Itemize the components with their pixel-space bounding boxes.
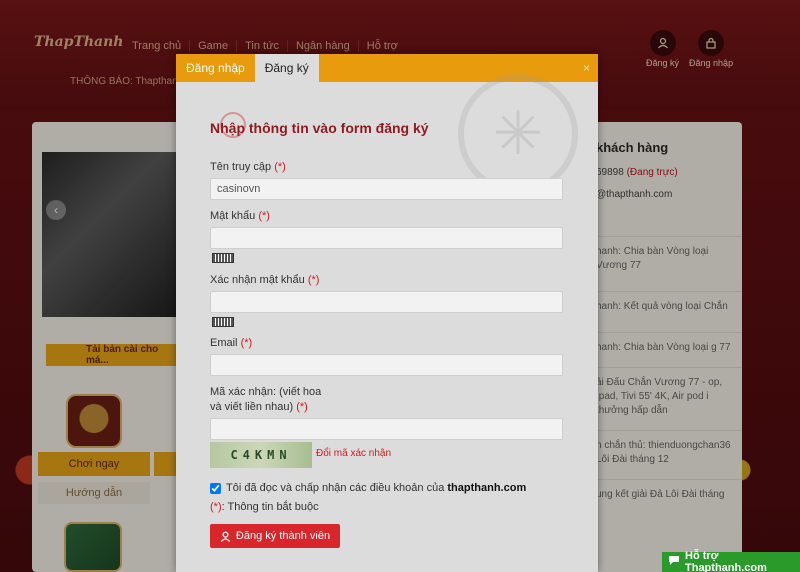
register-modal: Đăng nhập Đăng ký × ✳ Nhập thông tin vào… xyxy=(176,54,598,572)
watermark-seal: ✳ xyxy=(458,74,578,194)
password-field[interactable] xyxy=(210,227,563,249)
captcha-field[interactable] xyxy=(210,418,563,440)
confirm-password-field[interactable] xyxy=(210,291,563,313)
captcha-label: Mã xác nhận: (viết hoa và viết liền nhau… xyxy=(210,386,322,413)
password-label: Mật khẩu (*) xyxy=(210,210,270,222)
confirm-password-label: Xác nhận mật khẩu (*) xyxy=(210,274,320,286)
refresh-captcha-link[interactable]: Đổi mã xác nhận xyxy=(316,448,391,459)
virtual-keyboard-icon[interactable] xyxy=(212,253,234,263)
form-title: Nhập thông tin vào form đăng ký xyxy=(210,120,429,136)
captcha-image: C4KMN xyxy=(210,442,312,468)
support-chat-button[interactable]: Hỗ trợ Thapthanh.com xyxy=(662,550,800,572)
required-note: (*): Thông tin bắt buộc xyxy=(210,501,319,513)
tab-register[interactable]: Đăng ký xyxy=(254,54,319,82)
terms-checkbox[interactable] xyxy=(210,482,221,494)
user-icon xyxy=(220,531,231,542)
chat-icon xyxy=(668,555,680,569)
register-submit-button[interactable]: Đăng ký thành viên xyxy=(210,524,340,548)
terms-row: Tôi đã đọc và chấp nhận các điều khoản c… xyxy=(210,482,526,494)
username-label: Tên truy cập (*) xyxy=(210,161,286,173)
tab-login[interactable]: Đăng nhập xyxy=(176,54,255,82)
close-icon[interactable]: × xyxy=(583,61,590,75)
terms-text: Tôi đã đọc và chấp nhận các điều khoản c… xyxy=(226,482,527,494)
virtual-keyboard-icon[interactable] xyxy=(212,317,234,327)
email-field[interactable] xyxy=(210,354,563,376)
username-field[interactable] xyxy=(210,178,563,200)
register-submit-label: Đăng ký thành viên xyxy=(235,530,331,542)
terms-site-link[interactable]: thapthanh.com xyxy=(447,482,526,494)
support-chat-label: Hỗ trợ Thapthanh.com xyxy=(685,550,767,572)
email-label: Email (*) xyxy=(210,337,253,349)
